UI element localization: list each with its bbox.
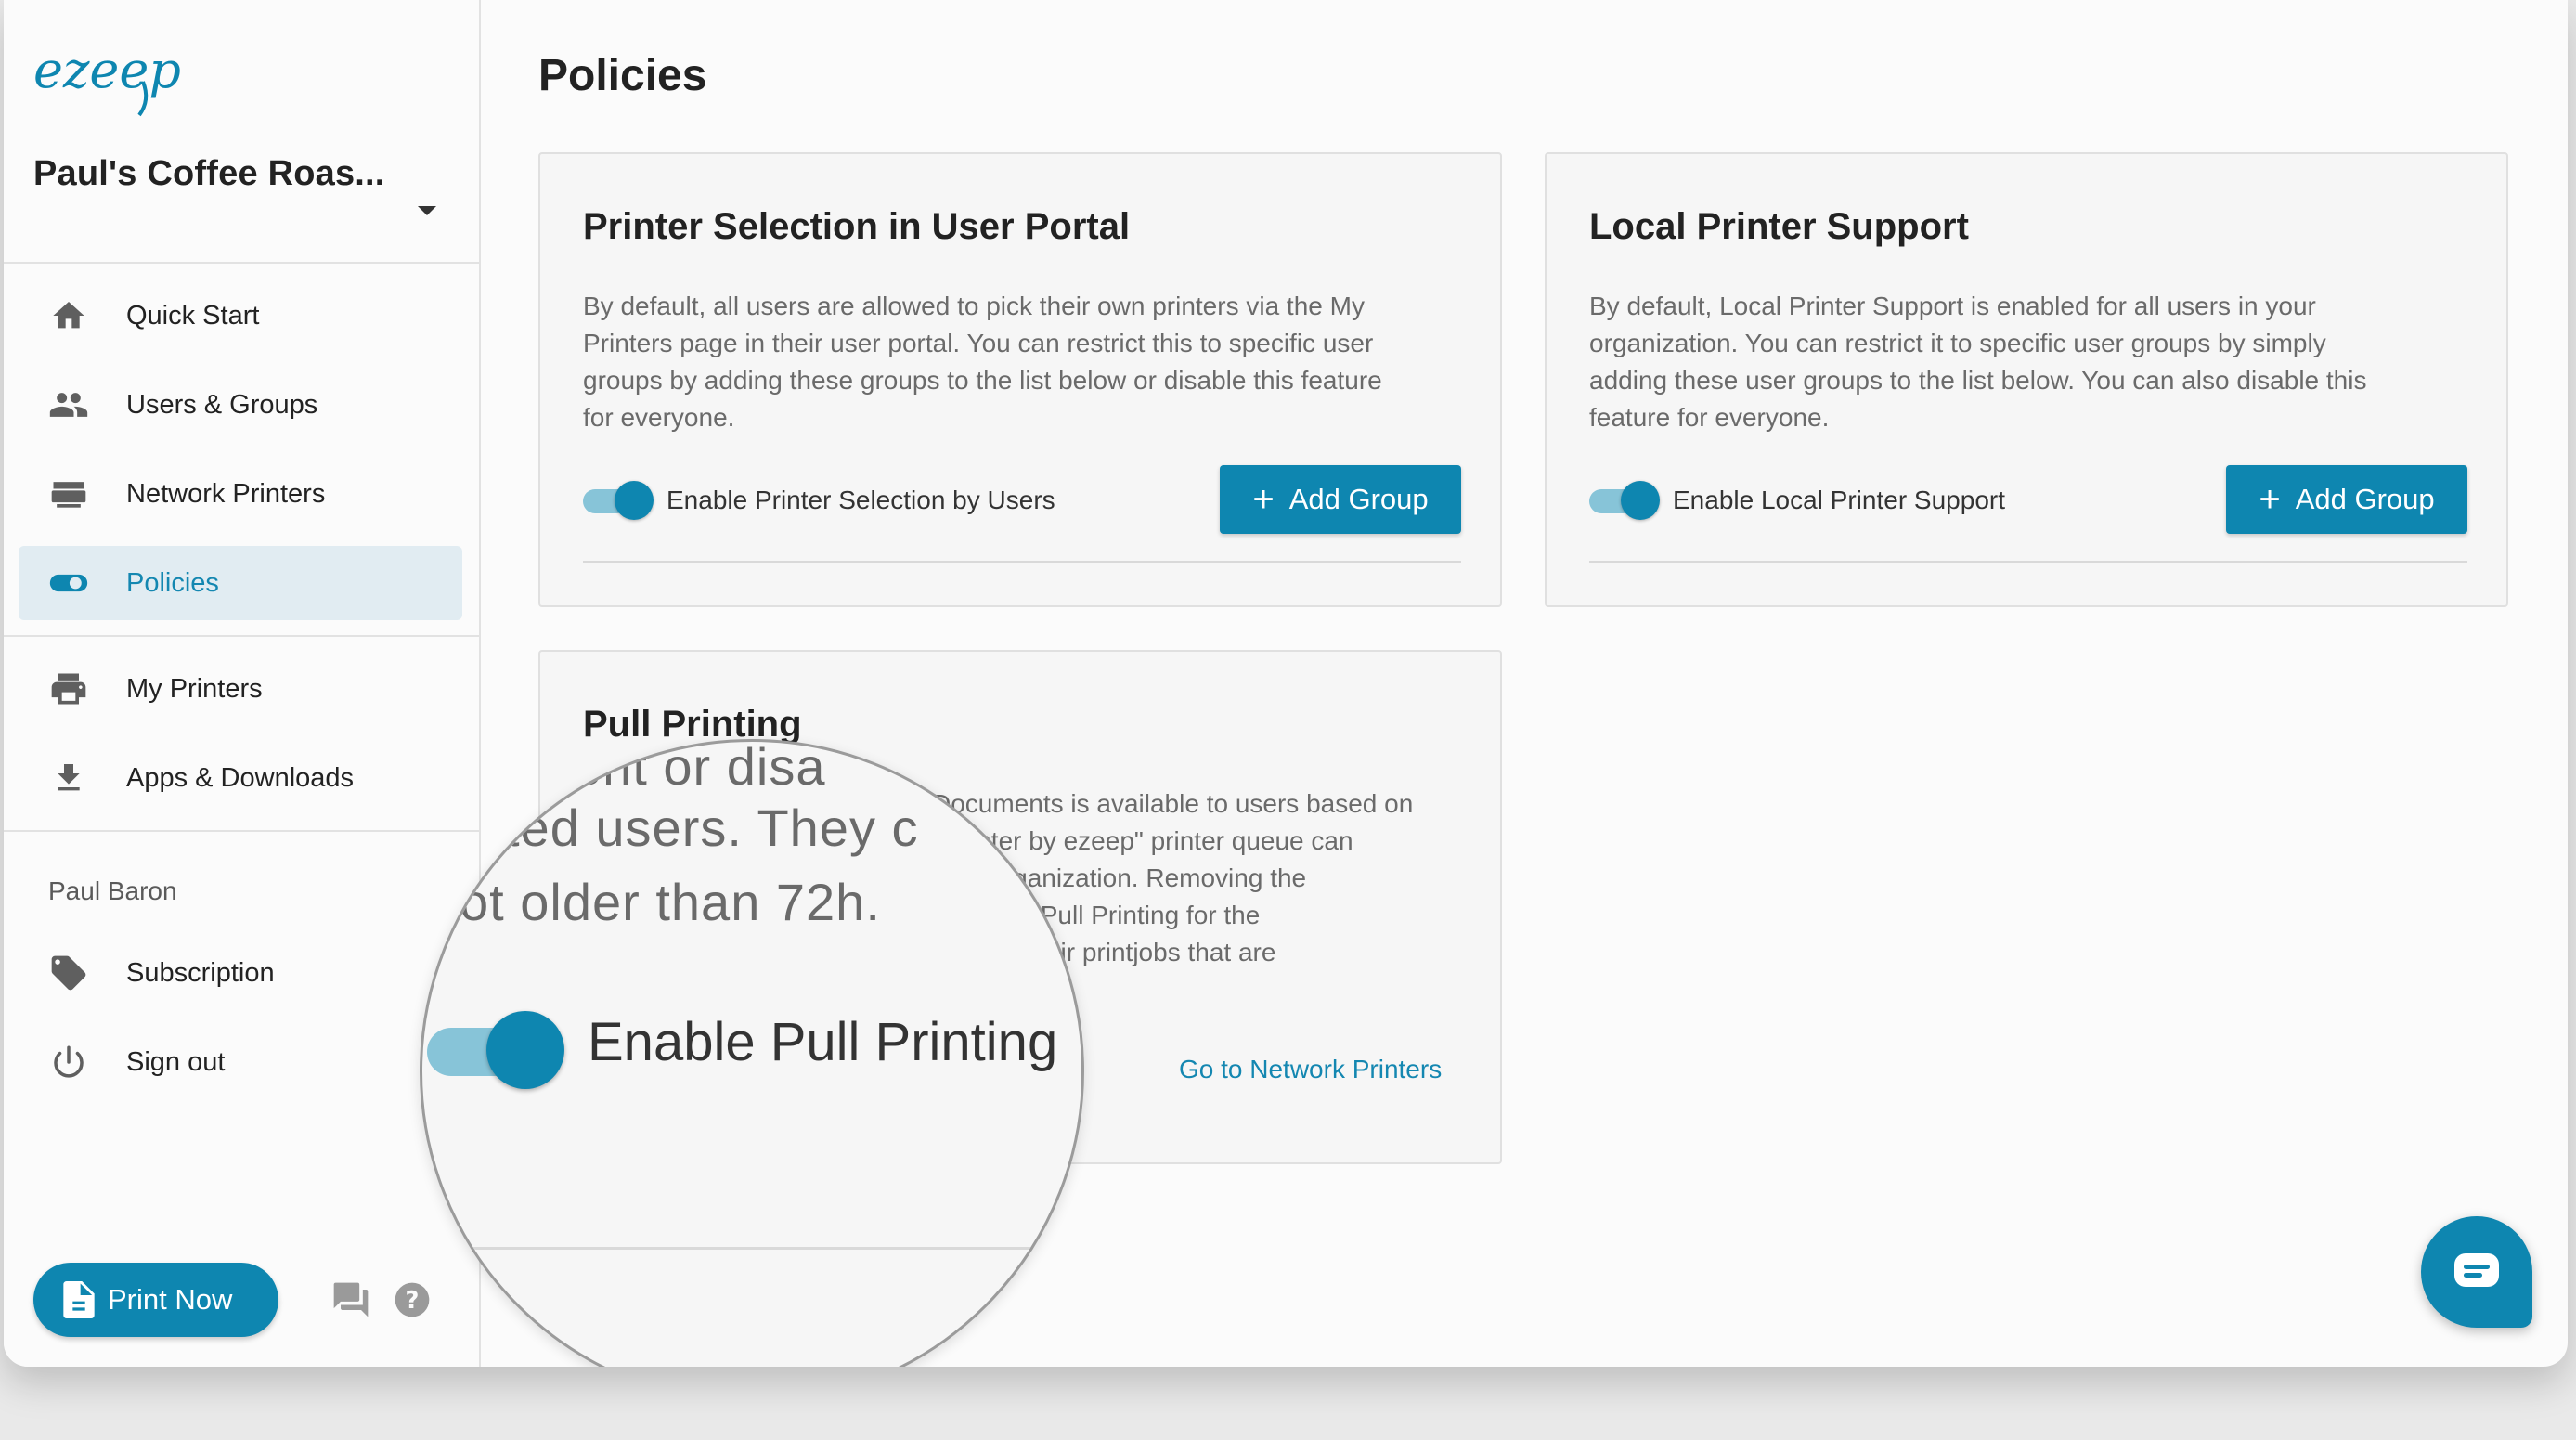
document-icon — [63, 1281, 95, 1318]
magnified-text: ent or disa — [573, 739, 826, 796]
sidebar-item-label: Subscription — [126, 957, 275, 988]
chevron-down-icon[interactable] — [418, 206, 436, 215]
divider — [583, 561, 1461, 563]
sidebar-item-sign-out[interactable]: Sign out — [19, 1025, 462, 1099]
sidebar-item-subscription[interactable]: Subscription — [19, 936, 462, 1010]
sidebar: ezeep Paul's Coffee Roas... Quick Start … — [4, 0, 481, 1367]
organization-name[interactable]: Paul's Coffee Roas... — [33, 154, 385, 194]
svg-text:ezeep: ezeep — [33, 45, 181, 99]
toggle-icon — [48, 563, 89, 603]
sidebar-item-label: Apps & Downloads — [126, 762, 355, 793]
add-group-button[interactable]: + Add Group — [2226, 465, 2467, 534]
sidebar-item-policies[interactable]: Policies — [19, 546, 462, 620]
print-now-button[interactable]: Print Now — [33, 1263, 278, 1337]
sidebar-item-my-printers[interactable]: My Printers — [19, 652, 462, 726]
ezeep-logo[interactable]: ezeep — [33, 41, 182, 123]
chat-icon — [2453, 1252, 2501, 1293]
printer-selection-card: Printer Selection in User Portal By defa… — [538, 152, 1502, 607]
enable-pull-printing-toggle[interactable] — [427, 1011, 566, 1091]
home-icon — [48, 295, 89, 336]
plus-icon: + — [1252, 479, 1275, 520]
sidebar-item-label: Network Printers — [126, 478, 326, 509]
user-name: Paul Baron — [48, 876, 177, 905]
divider — [4, 262, 479, 264]
svg-text:?: ? — [406, 1287, 420, 1315]
people-icon — [48, 384, 89, 425]
feedback-icon[interactable] — [330, 1279, 371, 1325]
go-to-network-printers-link[interactable]: Go to Network Printers — [1179, 1055, 1442, 1084]
power-icon — [48, 1042, 89, 1083]
sidebar-item-label: Users & Groups — [126, 389, 318, 420]
toggle-label: Enable Pull Printing — [588, 1012, 1058, 1072]
card-description: By default, all users are allowed to pic… — [583, 292, 1382, 432]
divider — [4, 635, 479, 637]
sidebar-item-users-groups[interactable]: Users & Groups — [19, 368, 462, 442]
card-title: Local Printer Support — [1589, 206, 1969, 247]
download-icon — [48, 758, 89, 798]
sidebar-item-label: Sign out — [126, 1046, 226, 1077]
toggle-label: Enable Printer Selection by Users — [667, 486, 1055, 514]
sidebar-item-label: Policies — [126, 567, 219, 598]
toggle-label: Enable Local Printer Support — [1673, 486, 2005, 514]
chat-button[interactable] — [2421, 1216, 2532, 1328]
divider — [422, 1247, 1081, 1250]
help-icon[interactable]: ? — [392, 1279, 433, 1325]
magnified-text: cted users. They c — [478, 798, 919, 857]
magnified-text: ot older than 72h. — [460, 873, 881, 931]
card-title: Printer Selection in User Portal — [583, 206, 1131, 247]
tag-icon — [48, 953, 89, 993]
printer-icon — [48, 668, 89, 709]
print-now-label: Print Now — [108, 1283, 233, 1316]
sidebar-item-label: My Printers — [126, 673, 263, 704]
network-printer-icon — [48, 474, 89, 514]
add-group-button[interactable]: + Add Group — [1220, 465, 1461, 534]
sidebar-item-quick-start[interactable]: Quick Start — [19, 279, 462, 353]
divider — [4, 830, 479, 832]
local-printer-support-toggle[interactable] — [1589, 481, 1660, 522]
page-title: Policies — [538, 51, 707, 100]
divider — [1589, 561, 2467, 563]
app-window: ezeep Paul's Coffee Roas... Quick Start … — [4, 0, 2568, 1367]
sidebar-item-apps-downloads[interactable]: Apps & Downloads — [19, 741, 462, 815]
card-description: By default, Local Printer Support is ena… — [1589, 292, 2367, 432]
printer-selection-toggle[interactable] — [583, 481, 654, 522]
plus-icon: + — [2259, 479, 2281, 520]
magnifier-lens: ent or disa cted users. They c ot older … — [420, 739, 1084, 1367]
local-printer-support-card: Local Printer Support By default, Local … — [1545, 152, 2508, 607]
sidebar-item-network-printers[interactable]: Network Printers — [19, 457, 462, 531]
sidebar-item-label: Quick Start — [126, 300, 260, 331]
